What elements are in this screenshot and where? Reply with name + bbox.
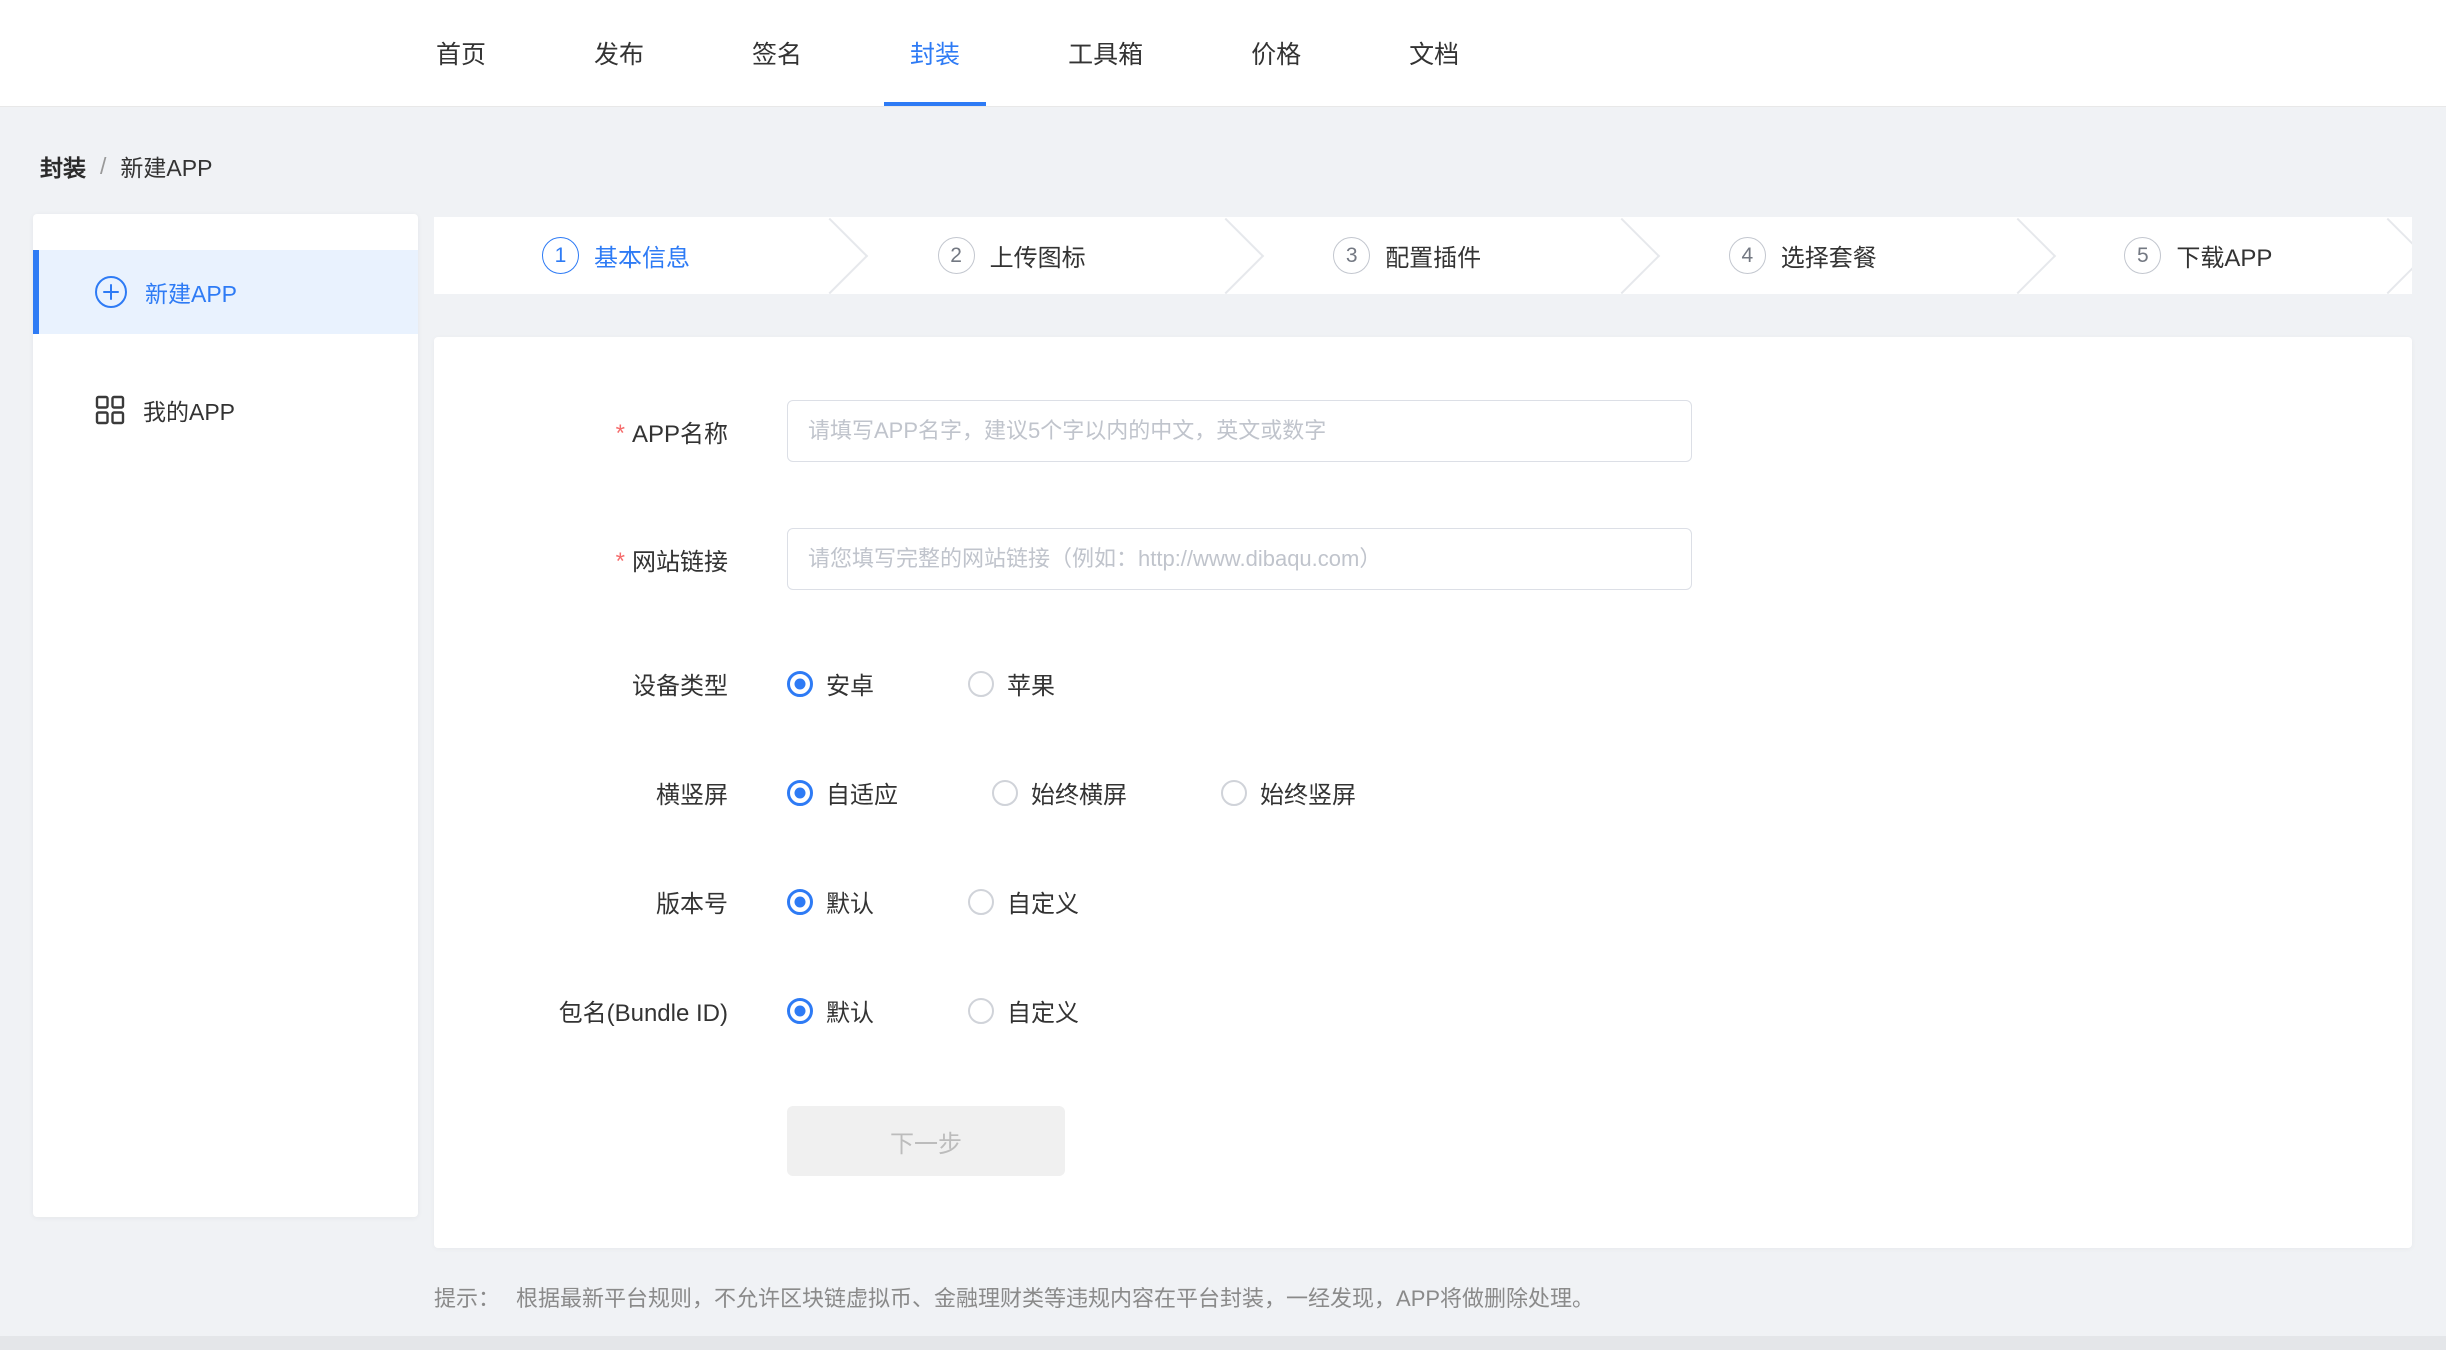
app-name-label: * APP名称	[434, 414, 728, 449]
sidebar-item-new-app[interactable]: 新建APP	[33, 250, 418, 334]
nav-item-publish[interactable]: 发布	[568, 0, 670, 106]
breadcrumb-root[interactable]: 封装	[40, 149, 86, 183]
app-name-row: * APP名称	[434, 400, 2412, 462]
nav-item-package[interactable]: 封装	[884, 0, 986, 106]
radio-selected-icon	[787, 889, 813, 915]
radio-always-landscape[interactable]: 始终横屏	[992, 775, 1127, 810]
device-type-label: 设备类型	[434, 666, 728, 701]
radio-unselected-icon	[968, 998, 994, 1024]
radio-android[interactable]: 安卓	[787, 666, 874, 701]
sidebar-item-my-app[interactable]: 我的APP	[33, 368, 418, 452]
breadcrumb-current: 新建APP	[120, 149, 212, 183]
step-number: 5	[2124, 237, 2161, 274]
top-nav: 首页 发布 签名 封装 工具箱 价格 文档	[0, 0, 2446, 107]
device-type-row: 设备类型 安卓 苹果	[434, 666, 2412, 701]
step-upload-icon: 2 上传图标	[830, 217, 1226, 294]
radio-apple[interactable]: 苹果	[968, 666, 1055, 701]
step-select-plan: 4 选择套餐	[1621, 217, 2017, 294]
radio-selected-icon	[787, 671, 813, 697]
steps-bar: 1 基本信息 2 上传图标 3 配置插件 4 选择套餐 5 下载APP	[434, 217, 2412, 294]
device-type-group: 安卓 苹果	[787, 666, 1149, 701]
step-config-plugin: 3 配置插件	[1225, 217, 1621, 294]
step-label: 选择套餐	[1781, 238, 1877, 273]
site-url-input[interactable]	[787, 528, 1692, 590]
radio-bundle-default[interactable]: 默认	[787, 993, 874, 1028]
step-label: 上传图标	[990, 238, 1086, 273]
version-label: 版本号	[434, 884, 728, 919]
radio-bundle-custom[interactable]: 自定义	[968, 993, 1079, 1028]
bundle-id-group: 默认 自定义	[787, 993, 1173, 1028]
step-number: 2	[938, 237, 975, 274]
step-number: 4	[1729, 237, 1766, 274]
version-group: 默认 自定义	[787, 884, 1173, 919]
radio-unselected-icon	[992, 780, 1018, 806]
radio-selected-icon	[787, 998, 813, 1024]
new-app-form: * APP名称 * 网站链接 设备类型 安卓	[434, 337, 2412, 1248]
radio-always-portrait[interactable]: 始终竖屏	[1221, 775, 1356, 810]
sidebar: 新建APP 我的APP	[33, 214, 418, 1217]
step-label: 下载APP	[2176, 238, 2272, 273]
radio-selected-icon	[787, 780, 813, 806]
sidebar-item-label: 我的APP	[143, 393, 235, 427]
nav-item-docs[interactable]: 文档	[1383, 0, 1485, 106]
site-url-row: * 网站链接	[434, 528, 2412, 590]
plus-circle-icon	[94, 275, 128, 309]
nav-item-pricing[interactable]: 价格	[1225, 0, 1327, 106]
radio-adaptive[interactable]: 自适应	[787, 775, 898, 810]
main-content: 1 基本信息 2 上传图标 3 配置插件 4 选择套餐 5 下载APP *	[434, 217, 2412, 1313]
step-number: 3	[1333, 237, 1370, 274]
radio-unselected-icon	[968, 889, 994, 915]
breadcrumb: 封装 / 新建APP	[0, 107, 2446, 183]
breadcrumb-separator: /	[100, 153, 106, 180]
orientation-group: 自适应 始终横屏 始终竖屏	[787, 775, 1450, 810]
tip-body: 根据最新平台规则，不允许区块链虚拟币、金融理财类等违规内容在平台封装，一经发现，…	[516, 1281, 1594, 1313]
app-name-input[interactable]	[787, 400, 1692, 462]
nav-item-home[interactable]: 首页	[410, 0, 512, 106]
nav-item-toolbox[interactable]: 工具箱	[1042, 0, 1169, 106]
platform-rule-tip: 提示： 根据最新平台规则，不允许区块链虚拟币、金融理财类等违规内容在平台封装，一…	[434, 1281, 2412, 1313]
step-download-app: 5 下载APP	[2016, 217, 2412, 294]
bundle-id-row: 包名(Bundle ID) 默认 自定义	[434, 993, 2412, 1028]
orientation-row: 横竖屏 自适应 始终横屏 始终竖屏	[434, 775, 2412, 810]
footer-strip	[0, 1336, 2446, 1350]
radio-version-default[interactable]: 默认	[787, 884, 874, 919]
step-label: 配置插件	[1385, 238, 1481, 273]
step-number: 1	[542, 237, 579, 274]
radio-unselected-icon	[1221, 780, 1247, 806]
sidebar-item-label: 新建APP	[145, 275, 237, 309]
site-url-label: * 网站链接	[434, 542, 728, 577]
radio-unselected-icon	[968, 671, 994, 697]
grid-icon	[94, 394, 126, 426]
nav-item-signature[interactable]: 签名	[726, 0, 828, 106]
required-asterisk: *	[616, 542, 625, 576]
orientation-label: 横竖屏	[434, 775, 728, 810]
step-label: 基本信息	[594, 238, 690, 273]
tip-label: 提示：	[434, 1281, 500, 1313]
step-basic-info: 1 基本信息	[434, 217, 830, 294]
next-step-button[interactable]: 下一步	[787, 1106, 1065, 1176]
version-row: 版本号 默认 自定义	[434, 884, 2412, 919]
required-asterisk: *	[616, 414, 625, 448]
bundle-id-label: 包名(Bundle ID)	[434, 993, 728, 1028]
radio-version-custom[interactable]: 自定义	[968, 884, 1079, 919]
